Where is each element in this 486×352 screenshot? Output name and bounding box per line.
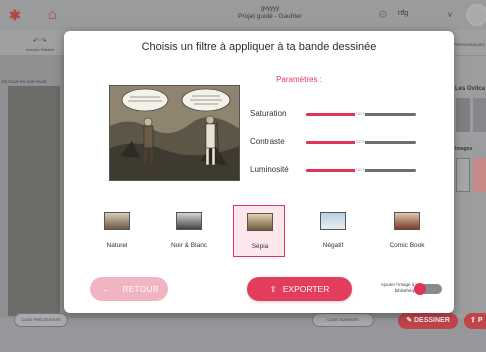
brightness-slider-row: Luminosité 100% xyxy=(250,164,420,176)
brightness-label: Luminosité xyxy=(250,165,289,174)
right-panel-title: Les Ovilca xyxy=(455,86,486,92)
publish-button[interactable]: ⇪ P xyxy=(464,313,486,329)
previous-panel-button[interactable]: CASE PRÉCÉDENTE xyxy=(14,313,68,327)
saturation-value: 100% xyxy=(354,112,366,117)
comic-preview-image xyxy=(110,86,239,180)
filter-black-white[interactable]: Noir & Blanc xyxy=(163,205,215,257)
user-name: rtfg xyxy=(398,10,409,17)
filter-negative-thumbnail xyxy=(320,212,346,230)
app-logo-icon[interactable]: ✱ xyxy=(9,7,25,23)
publish-button-label: P xyxy=(477,317,483,324)
brightness-slider[interactable]: 100% xyxy=(306,168,416,173)
filter-black-white-thumbnail xyxy=(176,212,202,230)
export-button[interactable]: ⇪ EXPORTER xyxy=(247,277,352,301)
brightness-value: 100% xyxy=(354,168,366,173)
back-button-label: RETOUR xyxy=(122,284,160,294)
image-thumbnail[interactable] xyxy=(456,158,470,192)
settings-icon[interactable]: ⚙ xyxy=(378,8,388,21)
project-title: gvyyyy Projet guidé - Gaufrier xyxy=(210,5,330,21)
filter-sepia-thumbnail xyxy=(247,213,273,231)
image-thumbnail[interactable] xyxy=(473,158,486,192)
filter-options: Naturel Noir & Blanc Sépia Négatif Comic… xyxy=(91,205,433,257)
project-name: gvyyyy xyxy=(260,6,280,12)
tab-characters[interactable]: PERSONNAGES xyxy=(454,42,485,47)
filter-natural-label: Naturel xyxy=(106,242,128,249)
library-toggle-knob xyxy=(414,283,426,295)
back-button[interactable]: ← RETOUR xyxy=(90,277,168,301)
comic-preview xyxy=(109,85,240,181)
saturation-slider-fill xyxy=(306,113,356,116)
contrast-slider[interactable]: 100% xyxy=(306,140,416,145)
filter-comic-book-label: Comic Book xyxy=(389,242,425,249)
character-thumbnail[interactable] xyxy=(456,98,470,132)
saturation-slider-row: Saturation 100% xyxy=(250,108,420,120)
contrast-slider-fill xyxy=(306,141,356,144)
draw-button-label: DESSINER xyxy=(414,317,450,324)
next-panel-button[interactable]: CASE SUIVANTE xyxy=(312,313,374,327)
saturation-label: Saturation xyxy=(250,109,287,118)
parameters-title: Paramètres : xyxy=(276,75,322,84)
project-subtitle: Projet guidé - Gaufrier xyxy=(238,13,302,20)
undo-redo-icons[interactable]: ↶ ↷ xyxy=(33,37,47,45)
contrast-label: Contraste xyxy=(250,137,285,146)
chevron-down-icon[interactable]: ∨ xyxy=(447,10,453,19)
home-icon[interactable]: ⌂ xyxy=(48,6,66,24)
filter-sepia[interactable]: Sépia xyxy=(233,205,285,257)
filter-black-white-label: Noir & Blanc xyxy=(170,242,208,249)
draw-button[interactable]: ✎ DESSINER xyxy=(398,313,458,329)
filter-natural-thumbnail xyxy=(104,212,130,230)
filter-comic-book-thumbnail xyxy=(394,212,420,230)
arrow-left-icon: ← xyxy=(102,284,111,294)
library-toggle-label: Ajouter l'image à la bibliothèque xyxy=(380,282,419,293)
comic-canvas xyxy=(8,86,60,316)
filter-sepia-label: Sépia xyxy=(251,243,269,250)
undo-redo-label: Annuler Rétablir xyxy=(26,47,55,52)
right-panel-images-title: Images xyxy=(455,146,473,152)
library-toggle[interactable] xyxy=(414,283,442,295)
filter-modal: Choisis un filtre à appliquer à ta bande… xyxy=(64,31,454,313)
saturation-slider[interactable]: 100% xyxy=(306,112,416,117)
avatar[interactable] xyxy=(466,4,486,26)
filter-comic-book[interactable]: Comic Book xyxy=(381,205,433,257)
contrast-value: 100% xyxy=(354,140,366,145)
export-button-label: EXPORTER xyxy=(282,284,330,294)
export-icon: ⇪ xyxy=(269,283,277,294)
modal-title: Choisis un filtre à appliquer à ta bande… xyxy=(141,41,377,53)
back-to-page-link[interactable]: RETOUR EN VUE PAGE xyxy=(2,79,47,84)
filter-negative[interactable]: Négatif xyxy=(307,205,359,257)
filter-natural[interactable]: Naturel xyxy=(91,205,143,257)
filter-negative-label: Négatif xyxy=(322,242,344,249)
character-thumbnail[interactable] xyxy=(473,98,486,132)
brightness-slider-fill xyxy=(306,169,356,172)
contrast-slider-row: Contraste 100% xyxy=(250,136,420,148)
